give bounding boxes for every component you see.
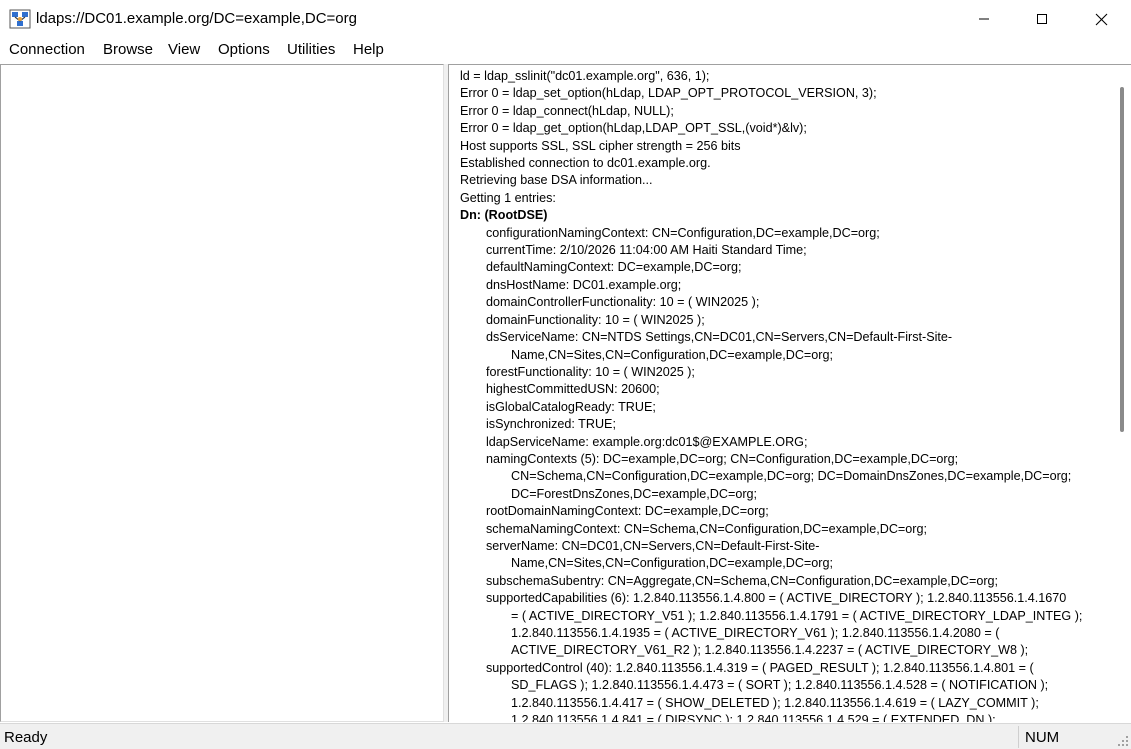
output-continuation-line: 1.2.840.113556.1.4.841 = ( DIRSYNC ); 1.…: [511, 713, 996, 722]
resize-grip-icon[interactable]: [1117, 735, 1129, 747]
output-attribute-line: namingContexts (5): DC=example,DC=org; C…: [486, 451, 959, 466]
menu-help[interactable]: Help: [353, 41, 384, 58]
output-continuation-line: 1.2.840.113556.1.4.1935 = ( ACTIVE_DIREC…: [511, 626, 1000, 640]
output-attribute-line: domainControllerFunctionality: 10 = ( WI…: [486, 295, 760, 310]
output-attribute-line: currentTime: 2/10/2026 11:04:00 AM Haiti…: [486, 243, 807, 258]
menu-options[interactable]: Options: [218, 41, 270, 58]
output-attribute-line: dnsHostName: DC01.example.org;: [486, 277, 682, 292]
output-attribute-line: highestCommittedUSN: 20600;: [486, 382, 660, 397]
menu-utilities[interactable]: Utilities: [287, 41, 335, 58]
output-attribute-line: supportedCapabilities (6): 1.2.840.11355…: [486, 591, 1067, 606]
output-dn-line: Dn: (RootDSE): [460, 208, 548, 223]
output-continuation-line: SD_FLAGS ); 1.2.840.113556.1.4.473 = ( S…: [511, 678, 1049, 693]
status-text: Ready: [4, 729, 48, 746]
output-attribute-line: schemaNamingContext: CN=Schema,CN=Config…: [486, 521, 927, 536]
close-button[interactable]: [1072, 0, 1130, 38]
output-log-line: Retrieving base DSA information...: [460, 173, 653, 188]
output-attribute-line: subschemaSubentry: CN=Aggregate,CN=Schem…: [486, 573, 999, 588]
vertical-scrollbar[interactable]: [1114, 65, 1131, 721]
output-attribute-line: forestFunctionality: 10 = ( WIN2025 );: [486, 364, 695, 379]
title-bar[interactable]: ldaps://DC01.example.org/DC=example,DC=o…: [0, 0, 1131, 38]
output-text[interactable]: ld = ldap_sslinit("dc01.example.org", 63…: [460, 68, 1110, 722]
menu-view[interactable]: View: [168, 41, 200, 58]
scrollbar-thumb[interactable]: [1120, 87, 1124, 432]
output-attribute-line: rootDomainNamingContext: DC=example,DC=o…: [486, 504, 769, 519]
maximize-button[interactable]: [1013, 0, 1071, 38]
output-attribute-line: supportedControl (40): 1.2.840.113556.1.…: [486, 660, 1034, 675]
output-log-line: Error 0 = ldap_get_option(hLdap,LDAP_OPT…: [460, 121, 807, 136]
num-lock-indicator: NUM: [1025, 729, 1060, 746]
output-attribute-line: configurationNamingContext: CN=Configura…: [486, 225, 880, 240]
output-log-line: Error 0 = ldap_set_option(hLdap, LDAP_OP…: [460, 86, 877, 101]
ldp-app-icon[interactable]: [9, 8, 31, 30]
output-continuation-line: CN=Schema,CN=Configuration,DC=example,DC…: [511, 469, 1072, 484]
output-continuation-line: Name,CN=Sites,CN=Configuration,DC=exampl…: [511, 556, 833, 571]
output-attribute-line: isSynchronized: TRUE;: [486, 417, 616, 432]
close-icon: [1095, 13, 1107, 25]
output-log-line: Error 0 = ldap_connect(hLdap, NULL);: [460, 103, 674, 118]
output-attribute-line: serverName: CN=DC01,CN=Servers,CN=Defaul…: [486, 538, 820, 553]
output-continuation-line: DC=ForestDnsZones,DC=example,DC=org;: [511, 486, 758, 501]
status-bar: Ready NUM: [0, 723, 1131, 749]
output-log-line: Established connection to dc01.example.o…: [460, 156, 711, 171]
maximize-icon: [1037, 14, 1047, 24]
output-attribute-line: defaultNamingContext: DC=example,DC=org;: [486, 260, 742, 275]
menu-bar: Connection Browse View Options Utilities…: [0, 38, 1131, 63]
output-attribute-line: domainFunctionality: 10 = ( WIN2025 );: [486, 312, 705, 327]
output-log-line: Host supports SSL, SSL cipher strength =…: [460, 138, 741, 153]
output-continuation-line: = ( ACTIVE_DIRECTORY_V51 ); 1.2.840.1135…: [511, 608, 1083, 623]
output-continuation-line: ACTIVE_DIRECTORY_V61_R2 ); 1.2.840.11355…: [511, 643, 1029, 658]
output-continuation-line: Name,CN=Sites,CN=Configuration,DC=exampl…: [511, 347, 833, 362]
menu-connection[interactable]: Connection: [9, 41, 85, 58]
output-continuation-line: 1.2.840.113556.1.4.417 = ( SHOW_DELETED …: [511, 695, 1039, 710]
output-attribute-line: ldapServiceName: example.org:dc01$@EXAMP…: [486, 434, 808, 449]
output-attribute-line: isGlobalCatalogReady: TRUE;: [486, 399, 656, 414]
output-log-line: ld = ldap_sslinit("dc01.example.org", 63…: [460, 69, 710, 83]
output-attribute-line: dsServiceName: CN=NTDS Settings,CN=DC01,…: [486, 330, 953, 345]
minimize-icon: [979, 18, 989, 20]
output-log-line: Getting 1 entries:: [460, 190, 556, 205]
minimize-button[interactable]: [955, 0, 1013, 38]
output-pane[interactable]: ld = ldap_sslinit("dc01.example.org", 63…: [448, 64, 1131, 722]
menu-browse[interactable]: Browse: [103, 41, 153, 58]
tree-pane[interactable]: [0, 64, 444, 722]
window-title: ldaps://DC01.example.org/DC=example,DC=o…: [36, 10, 357, 27]
status-num-panel: NUM: [1018, 726, 1110, 748]
